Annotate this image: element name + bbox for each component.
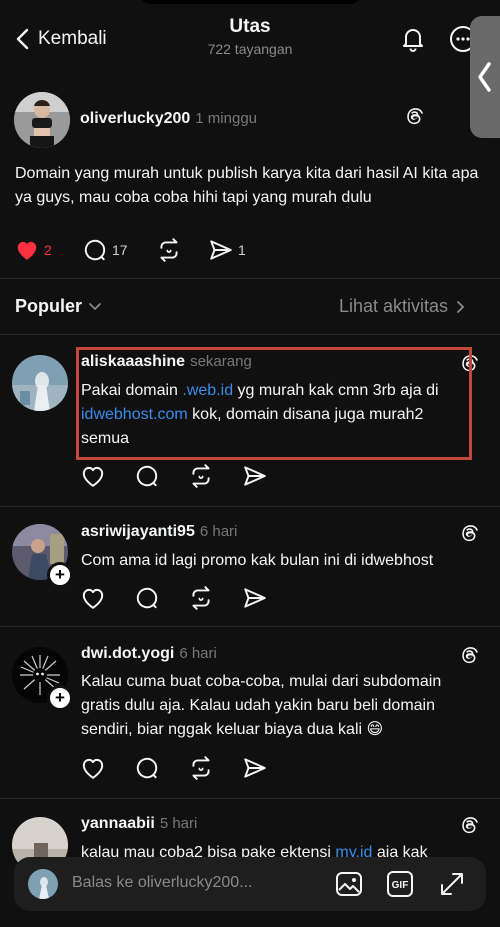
- share-button[interactable]: 1: [208, 237, 246, 263]
- post-header: oliverlucky200 1 minggu: [80, 110, 257, 128]
- reply-bar: GIF: [14, 857, 486, 911]
- like-count: 2: [44, 242, 52, 258]
- chevron-down-icon: [89, 302, 101, 310]
- follow-button[interactable]: +: [47, 685, 73, 711]
- reply-button[interactable]: 17: [82, 237, 156, 263]
- send-icon: [208, 237, 234, 263]
- comment-actions: [80, 463, 268, 489]
- divider: [0, 506, 500, 507]
- chevron-right-icon: [457, 300, 465, 313]
- view-activity-label: Lihat aktivitas: [339, 296, 449, 316]
- avatar-image: [14, 92, 70, 148]
- view-count: 722 tayangan: [207, 41, 293, 57]
- repost-button[interactable]: [156, 237, 208, 263]
- post-username[interactable]: oliverlucky200: [80, 110, 190, 127]
- back-button[interactable]: Kembali: [14, 24, 107, 54]
- svg-text:GIF: GIF: [392, 880, 409, 891]
- comment-icon[interactable]: [134, 463, 160, 489]
- comment-username[interactable]: asriwijayanti95: [81, 523, 195, 540]
- comment-header: dwi.dot.yogi 6 hari: [81, 645, 217, 663]
- comment-text: Kalau cuma buat coba-coba, mulai dari su…: [81, 673, 442, 738]
- post-time: 1 minggu: [195, 110, 258, 127]
- threads-logo-icon[interactable]: [457, 521, 481, 545]
- reply-input[interactable]: [72, 874, 312, 892]
- repost-icon[interactable]: [188, 755, 214, 781]
- heart-icon[interactable]: [80, 755, 106, 781]
- comment-time: 6 hari: [179, 645, 217, 662]
- comment-username[interactable]: yannaabii: [81, 815, 155, 832]
- divider: [0, 798, 500, 799]
- top-notch: [140, 0, 360, 4]
- sort-label: Populer: [15, 296, 83, 316]
- comment-header: asriwijayanti95 6 hari: [81, 523, 237, 541]
- gif-icon[interactable]: GIF: [386, 870, 414, 898]
- avatar: [28, 869, 58, 899]
- heart-icon[interactable]: [80, 463, 106, 489]
- image-icon[interactable]: [335, 870, 363, 898]
- send-icon[interactable]: [242, 463, 268, 489]
- repost-icon[interactable]: [188, 463, 214, 489]
- page-title: Utas: [229, 16, 271, 37]
- repost-icon[interactable]: [188, 585, 214, 611]
- comment-time: 5 hari: [159, 815, 198, 832]
- comment-text: Com ama id lagi promo kak bulan ini di i…: [81, 552, 434, 569]
- notifications-button[interactable]: [398, 24, 428, 54]
- avatar-image: [28, 869, 58, 899]
- heart-icon: [14, 237, 40, 263]
- threads-logo-icon[interactable]: [402, 104, 426, 128]
- post-actions: 2 17 1: [14, 237, 246, 263]
- share-count: 1: [238, 242, 246, 258]
- expand-icon[interactable]: [438, 870, 466, 898]
- send-icon[interactable]: [242, 585, 268, 611]
- back-label: Kembali: [38, 28, 107, 49]
- comment-icon[interactable]: [134, 585, 160, 611]
- avatar-image: [12, 355, 68, 411]
- sort-dropdown[interactable]: Populer: [15, 296, 102, 317]
- comment-icon[interactable]: [134, 755, 160, 781]
- heart-icon[interactable]: [80, 585, 106, 611]
- avatar[interactable]: [12, 355, 68, 411]
- post-text: Domain yang murah untuk publish karya ki…: [15, 165, 479, 206]
- threads-logo-icon[interactable]: [457, 813, 481, 837]
- divider: [0, 626, 500, 627]
- threads-logo-icon[interactable]: [457, 643, 481, 667]
- highlight-box: [76, 347, 472, 460]
- bell-icon: [403, 29, 423, 52]
- comment-icon: [82, 237, 108, 263]
- chevron-left-icon: [478, 62, 491, 92]
- follow-button[interactable]: +: [47, 562, 73, 588]
- title-block: Utas 722 tayangan: [150, 16, 350, 57]
- comment-header: yannaabii 5 hari: [81, 815, 197, 833]
- like-button[interactable]: 2: [14, 237, 82, 263]
- side-panel-handle[interactable]: [470, 16, 500, 138]
- comment-username[interactable]: dwi.dot.yogi: [81, 645, 174, 662]
- avatar[interactable]: [14, 92, 70, 148]
- divider: [0, 334, 500, 335]
- comment-actions: [80, 755, 268, 781]
- divider: [0, 278, 500, 279]
- view-activity-link[interactable]: Lihat aktivitas: [339, 296, 466, 317]
- send-icon[interactable]: [242, 755, 268, 781]
- reply-count: 17: [112, 242, 128, 258]
- comment-actions: [80, 585, 268, 611]
- repost-icon: [156, 237, 182, 263]
- comment-time: 6 hari: [199, 523, 238, 540]
- chevron-left-icon: [16, 28, 29, 50]
